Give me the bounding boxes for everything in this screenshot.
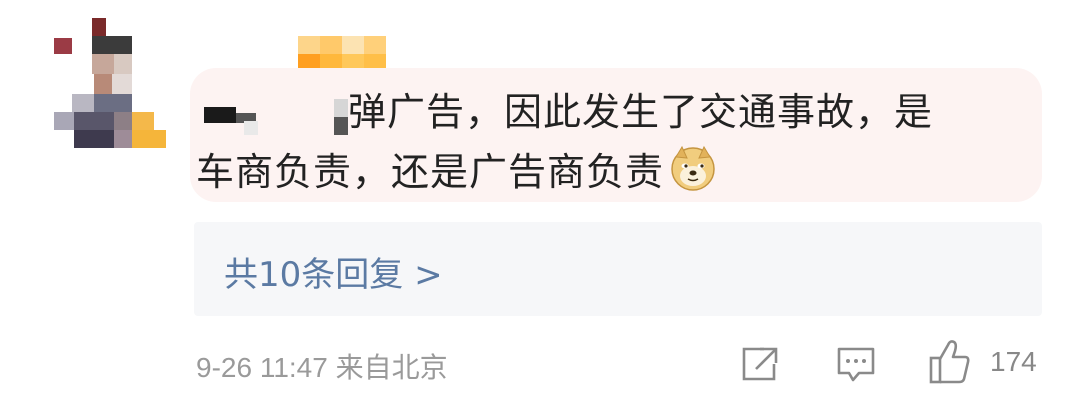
comment-line-1: 弹广告，因此发生了交通事故，是 <box>196 82 1026 142</box>
like-count: 174 <box>990 346 1037 377</box>
comment-icon[interactable] <box>836 346 876 384</box>
comment-line-1-text: 弹广告，因此发生了交通事故，是 <box>348 90 934 134</box>
thumbs-up-icon[interactable] <box>928 338 972 386</box>
share-icon[interactable] <box>740 346 780 382</box>
comment-meta: 9-26 11:47 来自北京 <box>196 352 448 383</box>
user-avatar[interactable] <box>52 18 168 148</box>
doge-emoji-icon <box>671 145 715 191</box>
view-replies-link[interactable]: 共10条回复 > <box>224 247 443 296</box>
redacted-text <box>196 95 348 135</box>
comment-text: 弹广告，因此发生了交通事故，是 车商负责，还是广告商负责 <box>196 82 1026 202</box>
comment-line-2: 车商负责，还是广告商负责 <box>196 142 1026 202</box>
replies-panel[interactable]: 共10条回复 > <box>194 222 1042 316</box>
comment-line-2-text: 车商负责，还是广告商负责 <box>196 150 665 194</box>
